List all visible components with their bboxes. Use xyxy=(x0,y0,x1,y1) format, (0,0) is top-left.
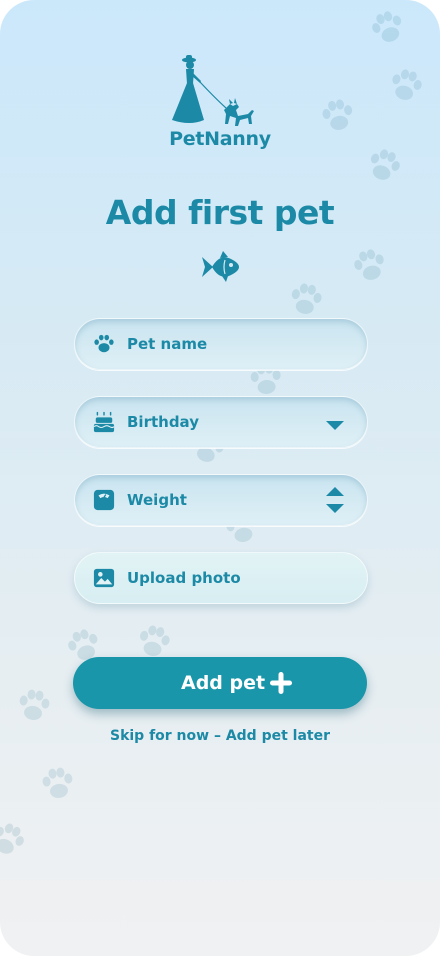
weight-placeholder: Weight xyxy=(127,491,187,509)
app-logo: PetNanny xyxy=(160,54,280,154)
scale-icon xyxy=(93,489,115,511)
pet-name-placeholder: Pet name xyxy=(127,335,208,353)
weight-field[interactable]: Weight xyxy=(74,474,368,526)
page-title: Add first pet xyxy=(105,193,335,232)
skip-link[interactable]: Skip for now – Add pet later xyxy=(0,728,440,744)
caret-down-icon[interactable] xyxy=(325,501,345,515)
paw-icon xyxy=(0,813,35,866)
logo-wordmark: PetNanny xyxy=(169,128,271,150)
woman-walking-dog-icon xyxy=(172,55,254,126)
paw-icon xyxy=(11,683,56,728)
pet-name-field[interactable]: Pet name xyxy=(74,318,368,370)
paw-icon xyxy=(283,277,329,323)
paw-icon xyxy=(315,93,361,139)
caret-up-icon[interactable] xyxy=(325,485,345,499)
fish-icon xyxy=(202,251,239,282)
birthday-field[interactable]: Birthday xyxy=(74,396,368,448)
paw-icon xyxy=(346,242,395,291)
cake-icon xyxy=(93,411,115,433)
add-pet-label: Add pet xyxy=(181,672,266,694)
paw-icon xyxy=(362,2,413,53)
image-icon xyxy=(93,568,115,588)
weight-stepper[interactable] xyxy=(325,485,345,515)
paw-icon xyxy=(358,140,409,191)
plus-icon xyxy=(270,672,292,694)
add-pet-screen: PetNanny Add first pet Pet name Birthday… xyxy=(0,0,440,956)
paw-icon xyxy=(35,761,80,806)
upload-photo-label: Upload photo xyxy=(127,569,241,587)
add-pet-button[interactable]: Add pet xyxy=(73,657,367,709)
birthday-placeholder: Birthday xyxy=(127,413,199,431)
paw-icon xyxy=(382,62,431,111)
caret-down-icon xyxy=(326,421,344,430)
upload-photo-button[interactable]: Upload photo xyxy=(74,552,368,604)
paw-icon xyxy=(94,334,114,353)
